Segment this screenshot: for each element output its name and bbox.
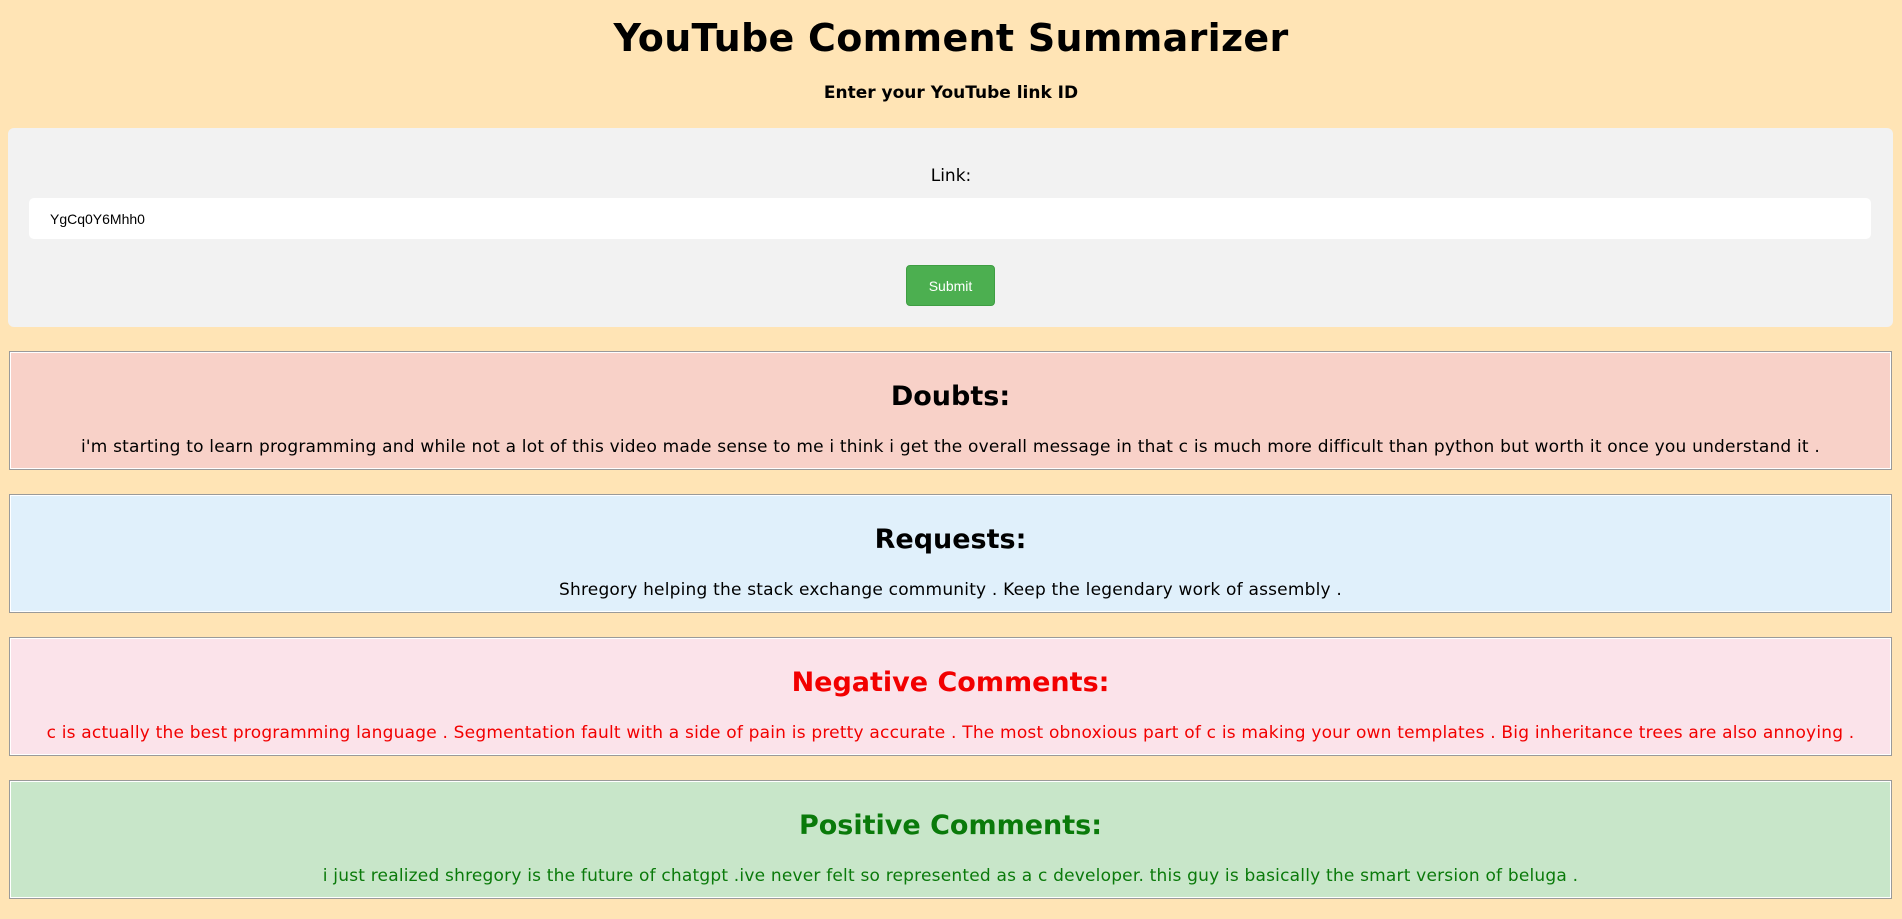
page-title: YouTube Comment Summarizer bbox=[613, 16, 1289, 60]
requests-text: Shregory helping the stack exchange comm… bbox=[559, 580, 1342, 600]
requests-section: Requests: Shregory helping the stack exc… bbox=[9, 494, 1892, 613]
negative-comments-section: Negative Comments: c is actually the bes… bbox=[9, 637, 1892, 756]
link-input[interactable] bbox=[29, 198, 1871, 239]
requests-heading: Requests: bbox=[874, 524, 1027, 555]
negative-comments-text: c is actually the best programming langu… bbox=[46, 723, 1855, 743]
positive-comments-section: Positive Comments: i just realized shreg… bbox=[9, 780, 1892, 899]
negative-comments-heading: Negative Comments: bbox=[791, 667, 1110, 698]
page-subtitle: Enter your YouTube link ID bbox=[823, 83, 1079, 103]
doubts-text: i'm starting to learn programming and wh… bbox=[80, 437, 1821, 457]
positive-comments-text: i just realized shregory is the future o… bbox=[322, 866, 1579, 886]
doubts-heading: Doubts: bbox=[890, 381, 1011, 412]
positive-comments-heading: Positive Comments: bbox=[798, 810, 1103, 841]
link-label: Link: bbox=[930, 166, 972, 186]
submit-button[interactable]: Submit bbox=[906, 265, 995, 306]
doubts-section: Doubts: i'm starting to learn programmin… bbox=[9, 351, 1892, 470]
